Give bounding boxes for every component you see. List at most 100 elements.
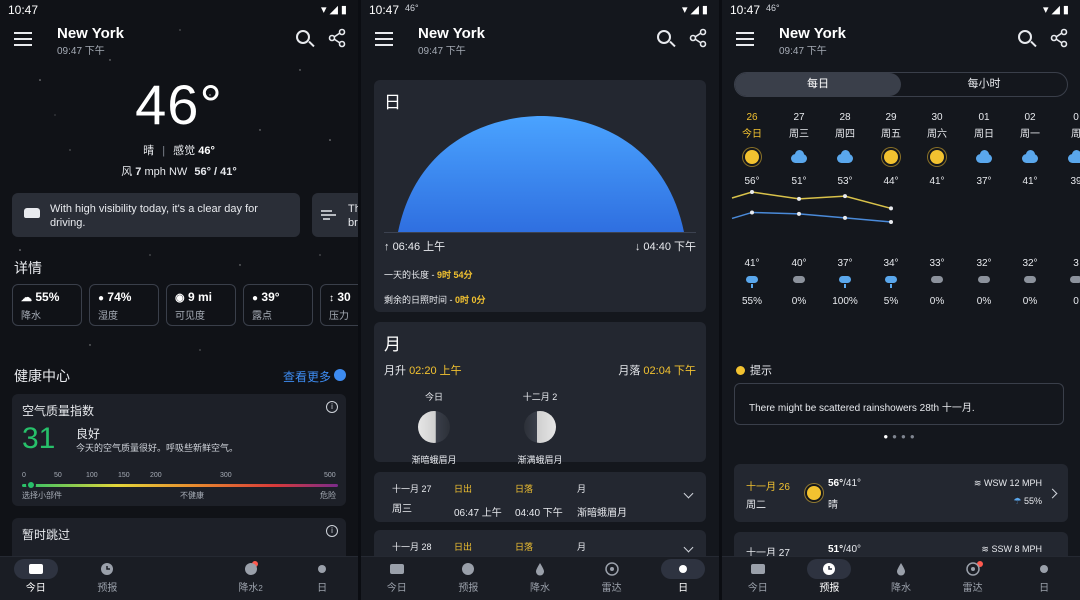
menu-icon[interactable] (375, 32, 393, 46)
share-icon[interactable] (328, 28, 346, 48)
wind-speed: 7 (135, 166, 142, 178)
day-precip-chance: 0 (1073, 296, 1079, 307)
card-weekday: 周二 (746, 500, 766, 511)
detail-pressure[interactable]: ↕ 30 压力 (320, 284, 358, 326)
day-length: 一天的长度 - 9时 54分 (384, 268, 473, 281)
row-sunrise-value: 06:47 上午 (454, 508, 502, 519)
nav-forecast[interactable]: 预报 (794, 557, 866, 600)
nav-forecast[interactable]: 预报 (433, 557, 505, 600)
info-icon[interactable]: i (326, 525, 338, 537)
chevron-down-icon[interactable] (683, 542, 694, 553)
row-sunrise-label: 日出 (454, 484, 473, 494)
day-column[interactable]: 29 周五 (868, 112, 914, 164)
day-column[interactable]: 0周 (1053, 112, 1080, 164)
aqi-value: 31 (22, 422, 56, 455)
astro-row[interactable]: 十一月 27 周三 日出 06:47 上午 日落 04:40 下午 月渐暗蛾眉月 (374, 472, 706, 522)
search-icon[interactable] (296, 30, 310, 44)
nav-today[interactable]: 今日 (0, 557, 72, 600)
search-icon[interactable] (657, 30, 671, 44)
nav-precip[interactable]: 降水 (865, 557, 937, 600)
feels-like-value: 46° (198, 145, 215, 157)
card-wind: ≋ WSW 12 MPH (974, 478, 1042, 489)
cloud-rain-icon: ☁ (21, 292, 32, 304)
search-icon[interactable] (1018, 30, 1032, 44)
row-sunrise: 日出 (454, 540, 472, 553)
nav-radar[interactable]: 雷达 (937, 557, 1009, 600)
day-column[interactable]: 30 周六 (914, 112, 960, 164)
moon-icon (524, 411, 556, 443)
day-weekday: 周五 (881, 129, 901, 140)
tip-card[interactable]: There might be scattered rainshowers 28t… (734, 383, 1064, 425)
nav-today[interactable]: 今日 (722, 557, 794, 600)
today-icon (750, 564, 765, 574)
aqi-tick: 0 (22, 472, 26, 479)
nav-sun[interactable]: 日 (286, 557, 358, 600)
wind-line: 风 7 mph NW 56° / 41° (0, 163, 358, 179)
next-tip-card[interactable]: Th br (312, 193, 358, 237)
bottom-nav: 今日 预报 降水 雷达 日 (361, 556, 719, 600)
chevron-right-icon[interactable] (1047, 488, 1058, 499)
day-low: 40° (791, 258, 807, 269)
nav-forecast[interactable]: 预报 (72, 557, 144, 600)
temperature-chart (731, 190, 893, 224)
menu-icon[interactable] (736, 32, 754, 46)
aqi-scale-label: 危险 (320, 491, 336, 500)
day-date: 30 (931, 112, 943, 123)
sun-icon (927, 150, 947, 164)
rain-cloud-icon (1053, 276, 1080, 290)
info-icon[interactable]: i (326, 401, 338, 413)
status-icons: ▾◢▮ (681, 4, 711, 16)
clock-icon (462, 563, 475, 575)
menu-icon[interactable] (14, 32, 32, 46)
chevron-down-icon[interactable] (683, 488, 694, 499)
sunset: ↓ 04:40 下午 (635, 238, 696, 254)
driving-tip-card[interactable]: With high visibility today, it's a clear… (12, 193, 300, 237)
nav-precip[interactable]: 降水2 (215, 557, 287, 600)
rain-icon: ☂ (1013, 496, 1022, 506)
share-icon[interactable] (1050, 28, 1068, 48)
tab-daily[interactable]: 每日 (735, 73, 901, 96)
day-column[interactable]: 01 周日 (961, 112, 1007, 164)
nav-precip[interactable]: 降水 (504, 557, 576, 600)
aqi-card[interactable]: 空气质量指数 i 31 良好 今天的空气质量很好。呼吸些新鲜空气。 0 50 1… (12, 394, 346, 506)
wind-icon: ≋ (981, 544, 989, 554)
day-precip-chance: 100% (832, 296, 858, 307)
moon-phase-day: 今日 (424, 392, 443, 402)
pressure-icon: ↕ (329, 293, 334, 304)
see-more-link[interactable]: 查看更多 (283, 368, 346, 385)
remaining-daylight: 剩余的日照时间 - 0时 0分 (384, 293, 486, 306)
moon-card: 月 月升 02:20 上午 月落 02:04 下午 今日 渐暗蛾眉月 十二月 2… (374, 322, 706, 465)
nav-sun[interactable]: 日 (1008, 557, 1080, 600)
detail-dewpoint[interactable]: ● 39° 露点 (243, 284, 313, 326)
detail-visibility[interactable]: ◉ 9 mi 可见度 (166, 284, 236, 326)
daily-forecast-card[interactable]: 十一月 26 周二 56°/41° 晴 ≋ WSW 12 MPH ☂ 55% (734, 464, 1068, 522)
row-date: 十一月 28 (392, 542, 432, 552)
wind-label: 风 (121, 166, 133, 178)
nav-radar[interactable]: 雷达 (576, 557, 648, 600)
skip-card[interactable]: 暂时跳过 i (12, 518, 346, 558)
globe-icon (244, 563, 257, 575)
day-column[interactable]: 27 周三 (776, 112, 822, 164)
today-icon (28, 564, 43, 574)
driving-tip-text: With high visibility today, it's a clear… (50, 203, 258, 229)
cloud-icon (1066, 150, 1080, 164)
detail-humidity[interactable]: ● 74% 湿度 (89, 284, 159, 326)
today-icon (389, 564, 404, 574)
detail-value: 74% (107, 290, 132, 304)
share-icon[interactable] (689, 28, 707, 48)
row-moon-label: 月 (577, 542, 587, 552)
nav-sun[interactable]: 日 (647, 557, 719, 600)
moonrise-label: 月升 (384, 365, 406, 377)
status-time: 10:47 (730, 3, 761, 17)
nav-today[interactable]: 今日 (361, 557, 433, 600)
day-column[interactable]: 26 今日 (729, 112, 775, 164)
day-column[interactable]: 28 周四 (822, 112, 868, 164)
row-date: 十一月 27 (392, 484, 432, 494)
detail-precip[interactable]: ☁ 55% 降水 (12, 284, 82, 326)
status-icons: ▾◢▮ (320, 4, 350, 16)
radar-icon (965, 562, 980, 576)
day-column[interactable]: 02 周一 (1007, 112, 1053, 164)
card-rain: ☂ 55% (1013, 496, 1042, 507)
clock-icon (823, 563, 836, 575)
tab-hourly[interactable]: 每小时 (901, 73, 1067, 96)
